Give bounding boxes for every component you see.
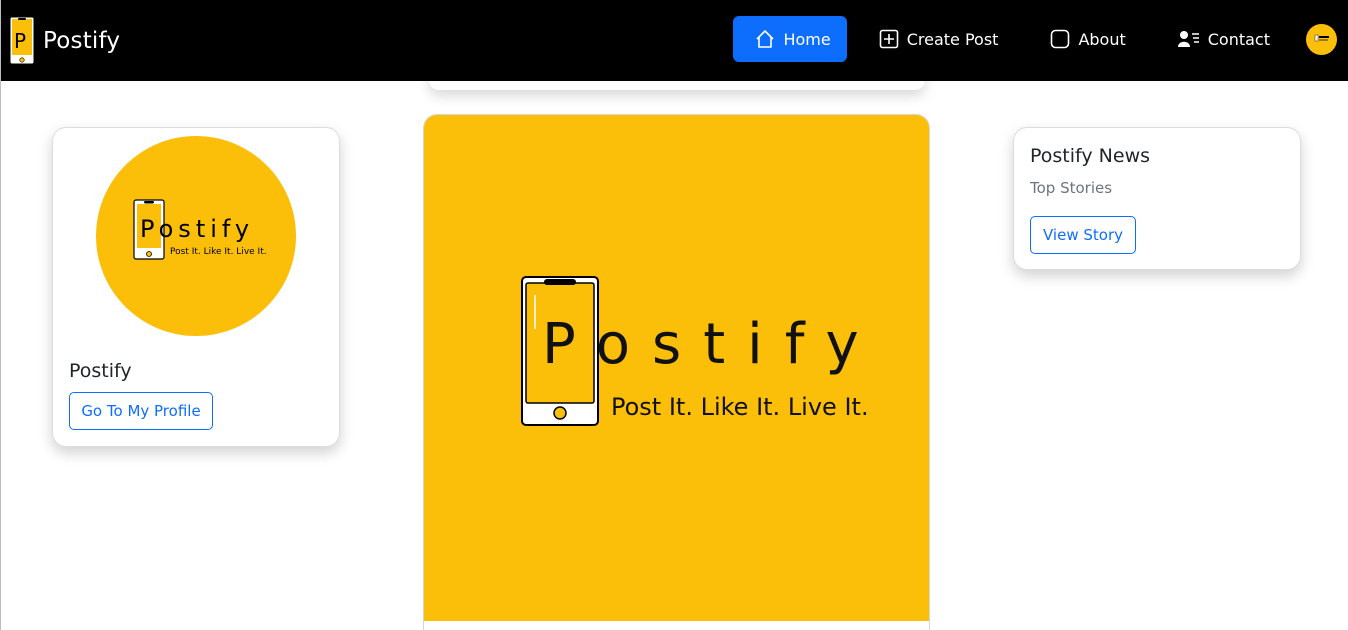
go-to-profile-button[interactable]: Go To My Profile (69, 392, 213, 430)
brand-phone-logo-icon: P (9, 16, 35, 65)
home-icon (755, 29, 775, 49)
svg-text:P: P (14, 29, 26, 53)
nav-contact[interactable]: Contact (1154, 16, 1286, 62)
news-title: Postify News (1030, 145, 1151, 167)
brand-name: Postify (43, 27, 121, 54)
nav-create-post-label: Create Post (906, 29, 999, 49)
post-card: Postify Post It. Like It. Live It. (423, 114, 930, 630)
profile-name: Postify (69, 360, 132, 382)
nav-about-label: About (1078, 29, 1126, 49)
plus-square-icon (879, 29, 899, 49)
previous-post-shadow (429, 60, 925, 90)
navbar-brand[interactable]: P Postify (9, 16, 120, 65)
square-icon (1050, 29, 1070, 49)
post-logo-tagline: Post It. Like It. Live It. (611, 393, 869, 421)
person-lines-icon (1177, 30, 1200, 48)
nav-create-post[interactable]: Create Post (855, 16, 1015, 62)
nav-home-label: Home (783, 29, 831, 49)
profile-card: Postify Post It. Like It. Live It. Posti… (52, 127, 340, 447)
news-card: Postify News Top Stories View Story (1013, 127, 1301, 270)
profile-avatar: Postify Post It. Like It. Live It. (96, 136, 296, 336)
user-avatar[interactable] (1306, 23, 1337, 55)
view-story-button[interactable]: View Story (1030, 216, 1136, 254)
post-image: Postify Post It. Like It. Live It. (424, 115, 929, 621)
post-logo-wordmark: Postify (542, 312, 881, 377)
profile-logo-wordmark: Postify (140, 215, 255, 243)
profile-logo-tagline: Post It. Like It. Live It. (170, 247, 267, 257)
nav-home[interactable]: Home (733, 16, 847, 62)
nav-about[interactable]: About (1026, 16, 1141, 62)
nav-contact-label: Contact (1207, 29, 1270, 49)
nav-links: Home Create Post About Contact (733, 16, 1348, 62)
news-subtitle: Top Stories (1030, 179, 1113, 197)
